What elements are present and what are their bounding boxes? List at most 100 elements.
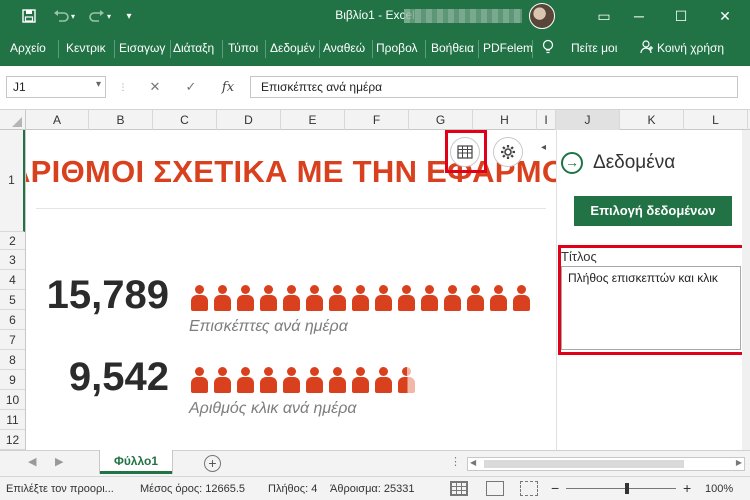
- select-all-button[interactable]: [0, 110, 26, 130]
- divider: [532, 40, 533, 58]
- column-header[interactable]: B: [89, 110, 153, 130]
- person-icon: [190, 285, 209, 311]
- share-button[interactable]: Κοινή χρήση: [657, 41, 724, 55]
- row-header[interactable]: 4: [0, 270, 25, 290]
- tell-me-search[interactable]: Πείτε μοι: [571, 41, 617, 55]
- status-count[interactable]: Πλήθος: 4: [268, 483, 317, 495]
- tab-formulas[interactable]: Τύποι: [228, 41, 258, 55]
- collapse-pane-icon[interactable]: ◂: [541, 142, 553, 162]
- enter-icon[interactable]: ✓: [182, 76, 200, 98]
- row-header[interactable]: 11: [0, 410, 25, 430]
- chevron-left-icon[interactable]: ◀: [28, 455, 36, 468]
- normal-view-icon[interactable]: [450, 481, 468, 496]
- zoom-level[interactable]: 100%: [705, 483, 733, 495]
- tab-data[interactable]: Δεδομέν: [270, 41, 315, 55]
- zoom-out-button[interactable]: −: [551, 480, 559, 496]
- row-header[interactable]: 8: [0, 350, 25, 370]
- person-icon: [397, 367, 416, 393]
- person-icon: [397, 285, 416, 311]
- status-sum[interactable]: Άθροισμα: 25331: [330, 483, 414, 495]
- tab-home[interactable]: Κεντρικ: [66, 41, 106, 55]
- restore-button[interactable]: ☐: [660, 0, 702, 32]
- person-icon: [512, 285, 531, 311]
- status-average[interactable]: Μέσος όρος: 12665.5: [140, 483, 245, 495]
- person-icon: [259, 285, 278, 311]
- tab-file[interactable]: Αρχείο: [10, 41, 46, 55]
- person-icon: [213, 285, 232, 311]
- person-icon[interactable]: [640, 40, 654, 57]
- more-icon[interactable]: ⋮: [450, 455, 461, 468]
- scroll-right-icon[interactable]: ▶: [736, 458, 742, 467]
- person-icon: [213, 367, 232, 393]
- row-header[interactable]: 3: [0, 250, 25, 270]
- sheet-tab-active[interactable]: Φύλλο1: [100, 450, 172, 474]
- column-header[interactable]: K: [620, 110, 684, 130]
- tab-insert[interactable]: Εισαγωγ: [119, 41, 165, 55]
- arrow-right-icon[interactable]: →: [561, 152, 583, 174]
- tab-pdfelement[interactable]: PDFelem: [483, 41, 533, 55]
- page-layout-view-icon[interactable]: [486, 481, 504, 496]
- lightbulb-icon[interactable]: [542, 39, 554, 58]
- title-bar: ▾ ▾ ▾ Βιβλίο1 - Excel ▭ ─ ☐ ✕: [0, 0, 750, 32]
- scroll-thumb[interactable]: [484, 460, 684, 468]
- minimize-button[interactable]: ─: [618, 0, 660, 32]
- column-header[interactable]: L: [684, 110, 748, 130]
- person-icon: [236, 367, 255, 393]
- row-header[interactable]: 1: [0, 130, 25, 232]
- divider: [425, 40, 426, 58]
- column-header[interactable]: J: [556, 110, 620, 130]
- zoom-slider[interactable]: [566, 488, 676, 489]
- zoom-slider-thumb[interactable]: [625, 483, 629, 494]
- row-header[interactable]: 2: [0, 232, 25, 250]
- pane-scrollbar[interactable]: [742, 130, 750, 450]
- column-header[interactable]: H: [473, 110, 537, 130]
- row-header[interactable]: 12: [0, 430, 25, 450]
- worksheet-grid[interactable]: ΑΡΙΘΜΟΙ ΣΧΕΤΙΚΑ ΜΕ ΤΗΝ ΕΦΑΡΜΟΓΗ 15,789 Ε…: [26, 130, 556, 450]
- more-options-icon[interactable]: ⋮: [116, 76, 130, 98]
- column-header[interactable]: I: [537, 110, 556, 130]
- divider: [58, 40, 59, 58]
- formula-input[interactable]: Επισκέπτες ανά ημέρα: [250, 76, 738, 98]
- person-icon: [282, 367, 301, 393]
- data-task-pane: → Δεδομένα Επιλογή δεδομένων Τίτλος Πλήθ…: [556, 130, 750, 450]
- divider: [36, 208, 546, 209]
- name-box[interactable]: J1 ▾: [6, 76, 106, 98]
- chevron-right-icon[interactable]: ▶: [55, 455, 63, 468]
- avatar[interactable]: [529, 3, 555, 29]
- horizontal-scrollbar[interactable]: ◀ ▶: [467, 457, 745, 471]
- column-header[interactable]: A: [26, 110, 89, 130]
- user-name[interactable]: [404, 9, 522, 23]
- close-button[interactable]: ✕: [704, 0, 746, 32]
- status-mode: Επιλέξτε τον προορι...: [6, 483, 114, 495]
- row-header[interactable]: 9: [0, 370, 25, 390]
- row-header[interactable]: 7: [0, 330, 25, 350]
- tab-layout[interactable]: Διάταξη: [173, 41, 214, 55]
- add-sheet-button[interactable]: +: [204, 455, 221, 472]
- select-data-button[interactable]: Επιλογή δεδομένων: [574, 196, 732, 226]
- row-header[interactable]: 5: [0, 290, 25, 310]
- column-header[interactable]: E: [281, 110, 345, 130]
- person-icon: [374, 367, 393, 393]
- person-icon: [420, 285, 439, 311]
- row-header[interactable]: 10: [0, 390, 25, 410]
- column-header[interactable]: F: [345, 110, 409, 130]
- person-icon: [351, 285, 370, 311]
- scroll-left-icon[interactable]: ◀: [470, 458, 476, 467]
- divider: [222, 40, 223, 58]
- tab-view[interactable]: Προβολ: [376, 41, 418, 55]
- tab-review[interactable]: Αναθεώ: [323, 41, 365, 55]
- chevron-down-icon[interactable]: ▾: [96, 79, 101, 90]
- row-header[interactable]: 6: [0, 310, 25, 330]
- status-bar: Επιλέξτε τον προορι... Μέσος όρος: 12665…: [0, 476, 750, 500]
- cancel-icon[interactable]: ✕: [146, 76, 164, 98]
- page-break-view-icon[interactable]: [520, 481, 538, 496]
- tab-help[interactable]: Βοήθεια: [431, 41, 474, 55]
- zoom-in-button[interactable]: +: [683, 480, 691, 496]
- insert-function-icon[interactable]: fx: [218, 76, 238, 98]
- person-icon: [305, 285, 324, 311]
- column-header[interactable]: D: [217, 110, 281, 130]
- divider: [170, 40, 171, 58]
- column-header[interactable]: C: [153, 110, 217, 130]
- column-header[interactable]: G: [409, 110, 473, 130]
- settings-button[interactable]: [493, 137, 523, 167]
